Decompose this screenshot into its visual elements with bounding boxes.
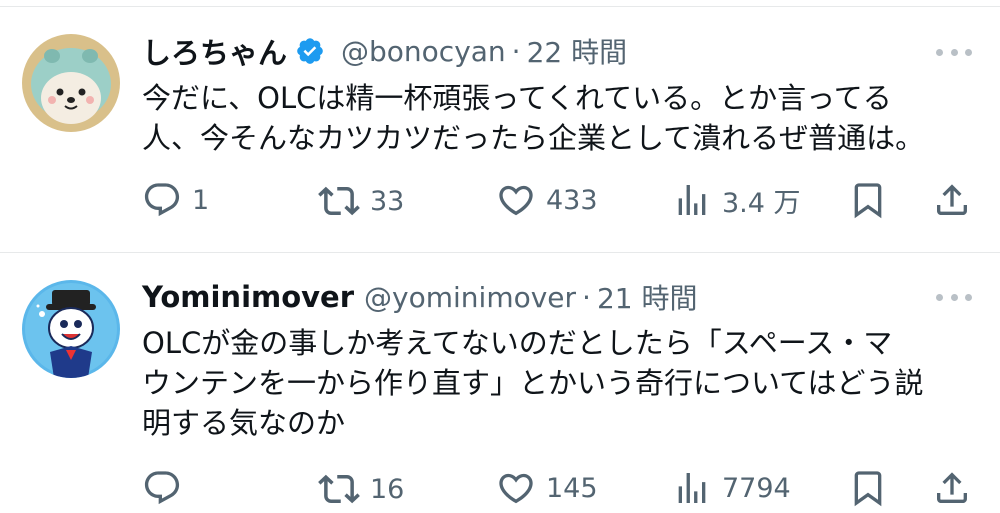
separator: · [582, 280, 591, 314]
like-icon [496, 180, 536, 220]
action-bar: 16 145 7794 [0, 468, 1000, 508]
views-icon [672, 180, 712, 220]
tweet-text-line: OLCが金の事しか考えてないのだとしたら「スペース・マ [142, 326, 893, 360]
action-bar: 1 33 433 3.4 万 [0, 180, 1000, 220]
tweet-1[interactable]: しろちゃん @bonocyan · 22 時間 今だに、OLCは精一杯頑張ってく… [0, 0, 1000, 250]
separator: · [511, 34, 521, 68]
repost-count: 33 [370, 185, 405, 217]
tweet-text-line: 今だに、OLCは精一杯頑張ってくれている。とか言ってる [142, 81, 892, 115]
verified-badge-icon [295, 36, 325, 66]
tweet-2[interactable]: Yominimover @yominimover · 21 時間 OLCが金の事… [0, 253, 1000, 513]
repost-button[interactable]: 33 [318, 180, 404, 222]
reply-button[interactable]: 1 [142, 180, 209, 220]
share-icon [932, 468, 972, 508]
share-icon [932, 180, 972, 220]
timestamp[interactable]: 21 時間 [597, 277, 698, 317]
tweet-text: 今だに、OLCは精一杯頑張ってくれている。とか言ってる 人、今そんなカツカツだっ… [142, 78, 982, 158]
display-name[interactable]: Yominimover [142, 280, 354, 314]
tweet-text-line: ウンテンを一から作り直す」とかいう奇行についてはどう説 [142, 366, 924, 400]
views-button[interactable]: 7794 [672, 468, 791, 508]
share-button[interactable] [932, 468, 972, 508]
reply-icon [142, 180, 182, 220]
views-icon [672, 468, 712, 508]
views-count: 3.4 万 [722, 187, 801, 219]
bookmark-button[interactable] [848, 468, 888, 508]
share-button[interactable] [932, 180, 972, 220]
tweet-text-line: 人、今そんなカツカツだったら企業として潰れるぜ普通は。 [142, 121, 925, 155]
repost-count: 16 [370, 473, 405, 505]
views-count: 7794 [722, 472, 791, 504]
reply-icon [142, 468, 182, 508]
like-count: 433 [546, 184, 598, 216]
repost-icon [318, 468, 360, 510]
repost-button[interactable]: 16 [318, 468, 404, 510]
tweet-header: Yominimover @yominimover · 21 時間 [142, 276, 697, 318]
tweet-header: しろちゃん @bonocyan · 22 時間 [142, 30, 627, 72]
more-icon[interactable] [936, 291, 972, 303]
tweet-text-line: 明する気なのか [142, 406, 346, 440]
timestamp[interactable]: 22 時間 [527, 31, 628, 71]
avatar[interactable] [22, 280, 120, 378]
bookmark-icon [848, 468, 888, 508]
display-name[interactable]: しろちゃん [142, 30, 287, 72]
bookmark-button[interactable] [848, 180, 888, 220]
more-icon[interactable] [936, 46, 972, 58]
repost-icon [318, 180, 360, 222]
bookmark-icon [848, 180, 888, 220]
like-button[interactable]: 145 [496, 468, 598, 508]
like-icon [496, 468, 536, 508]
like-button[interactable]: 433 [496, 180, 598, 220]
like-count: 145 [546, 472, 598, 504]
handle[interactable]: @bonocyan [341, 35, 506, 68]
handle[interactable]: @yominimover [364, 281, 576, 314]
avatar[interactable] [22, 34, 120, 132]
reply-count: 1 [192, 184, 210, 216]
views-button[interactable]: 3.4 万 [672, 180, 801, 220]
tweet-text: OLCが金の事しか考えてないのだとしたら「スペース・マ ウンテンを一から作り直す… [142, 323, 982, 443]
reply-button[interactable] [142, 468, 192, 508]
